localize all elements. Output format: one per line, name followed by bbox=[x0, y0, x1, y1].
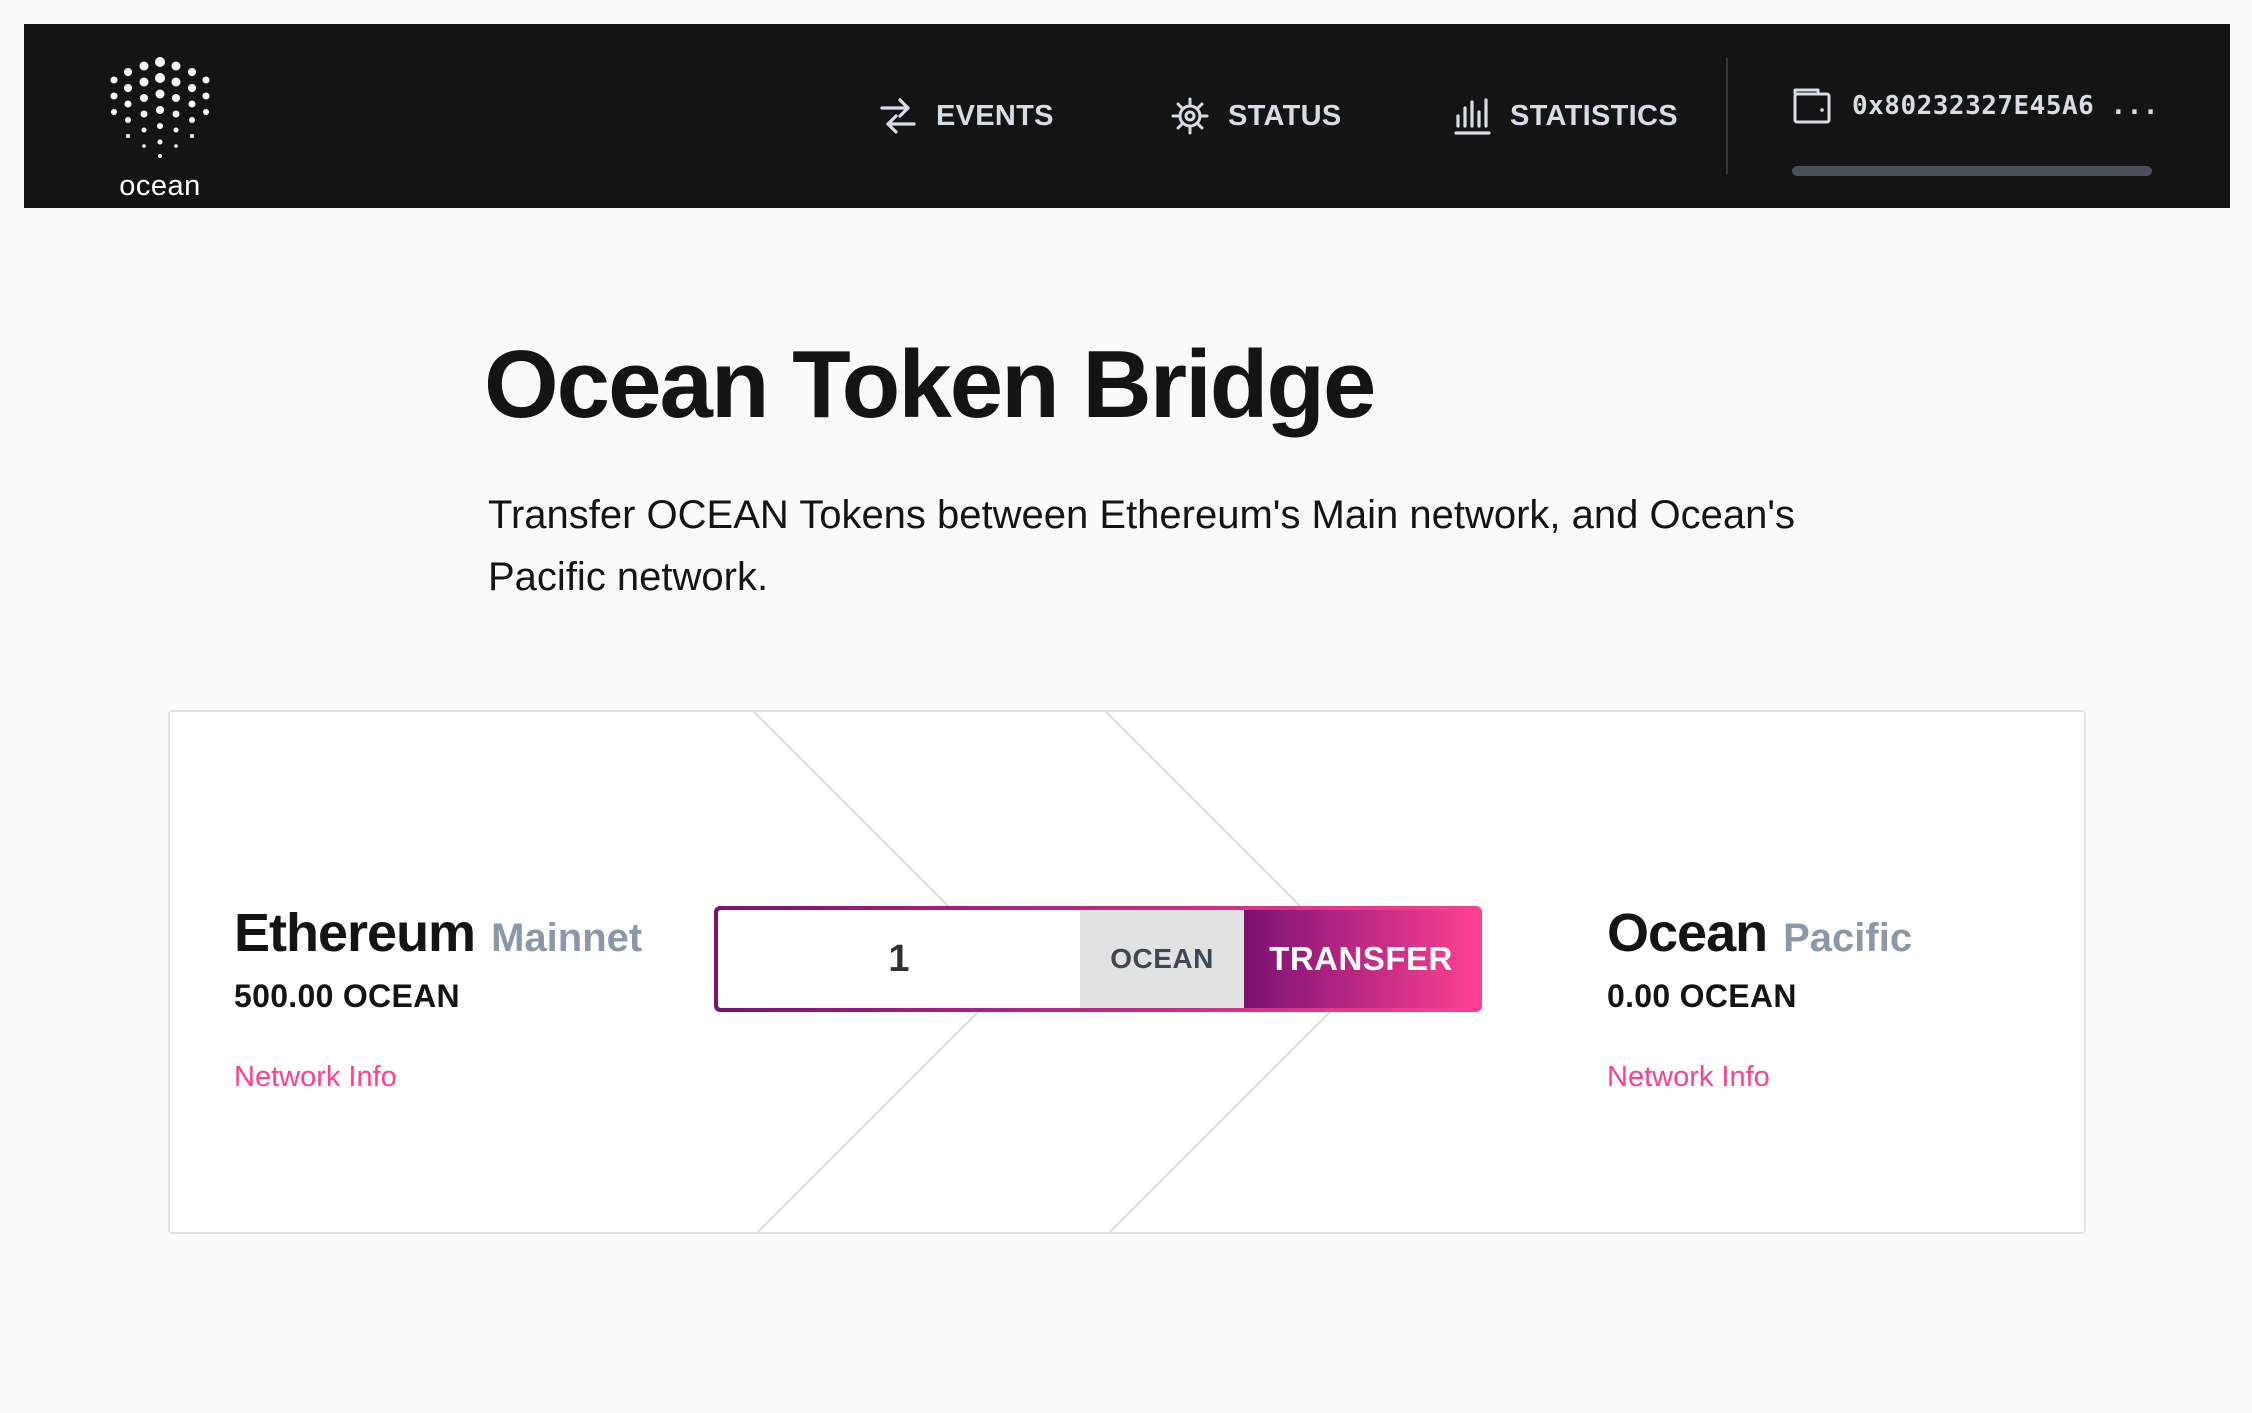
source-network-name: Ethereum bbox=[234, 903, 476, 963]
wallet-address: 0x80232327E45A6 ... bbox=[1852, 91, 2159, 121]
destination-network-info-link[interactable]: Network Info bbox=[1607, 1061, 1912, 1094]
nav-events[interactable]: EVENTS bbox=[878, 88, 1054, 144]
gear-icon bbox=[1171, 97, 1209, 135]
wallet-icon bbox=[1793, 88, 1831, 124]
destination-network-name: Ocean bbox=[1607, 903, 1768, 963]
swap-arrows-icon bbox=[880, 98, 916, 134]
bar-chart-icon bbox=[1454, 98, 1491, 135]
ocean-logo-icon bbox=[110, 57, 210, 158]
nav-statistics-label: STATISTICS bbox=[1510, 99, 1678, 132]
amount-input[interactable] bbox=[718, 910, 1080, 1008]
wallet-button[interactable]: 0x80232327E45A6 ... bbox=[1792, 86, 2186, 182]
nav-status-label: STATUS bbox=[1228, 99, 1342, 132]
nav-divider bbox=[1726, 58, 1728, 174]
page-title: Ocean Token Bridge bbox=[484, 331, 1376, 438]
source-network-type: Mainnet bbox=[491, 916, 643, 960]
logo-wordmark: ocean bbox=[119, 170, 201, 202]
transfer-form: OCEAN TRANSFER bbox=[714, 906, 1482, 1012]
source-balance: 500.00 OCEAN bbox=[234, 978, 460, 1014]
ocean-logo[interactable]: ocean bbox=[100, 54, 220, 202]
top-navbar: ocean EVENTS STATUS STATISTICS 0x8023232… bbox=[24, 24, 2230, 208]
token-label: OCEAN bbox=[1080, 910, 1244, 1008]
wallet-status-bar bbox=[1792, 166, 2152, 176]
source-network-info-link[interactable]: Network Info bbox=[234, 1061, 642, 1094]
destination-network: Ocean Pacific 0.00 OCEAN Network Info bbox=[1607, 902, 1912, 1094]
page-subtitle: Transfer OCEAN Tokens between Ethereum's… bbox=[488, 493, 1795, 599]
nav-events-label: EVENTS bbox=[936, 99, 1054, 132]
destination-network-type: Pacific bbox=[1783, 916, 1913, 960]
nav-status[interactable]: STATUS bbox=[1170, 88, 1342, 144]
bridge-card: Ethereum Mainnet 500.00 OCEAN Network In… bbox=[168, 710, 2086, 1234]
source-network: Ethereum Mainnet 500.00 OCEAN Network In… bbox=[234, 902, 642, 1094]
destination-balance: 0.00 OCEAN bbox=[1607, 978, 1797, 1014]
transfer-button[interactable]: TRANSFER bbox=[1244, 910, 1478, 1008]
nav-statistics[interactable]: STATISTICS bbox=[1452, 88, 1678, 144]
